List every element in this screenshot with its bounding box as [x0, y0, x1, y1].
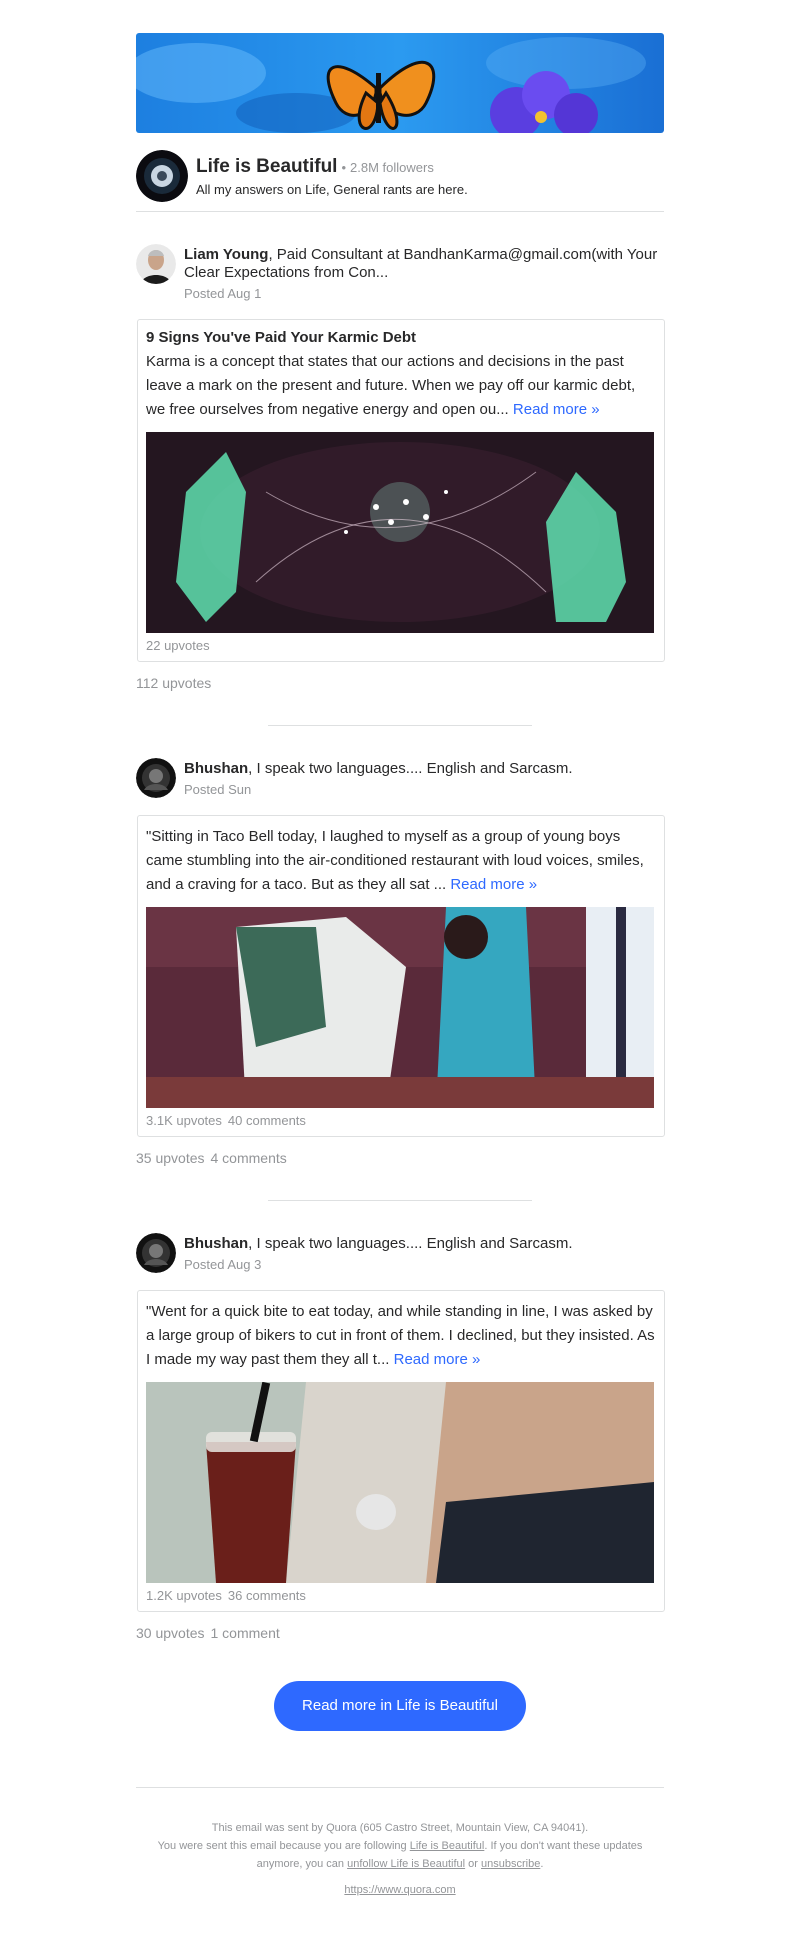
unsubscribe-link[interactable]: unsubscribe	[481, 1858, 540, 1870]
space-description: All my answers on Life, General rants ar…	[196, 181, 468, 197]
post-card[interactable]: 9 Signs You've Paid Your Karmic Debt Kar…	[137, 319, 665, 662]
post-stats: 112 upvotes	[136, 675, 664, 691]
author-credential: , I speak two languages.... English and …	[248, 760, 573, 777]
read-more-link[interactable]: Read more »	[394, 1351, 481, 1368]
post-comments: 4 comments	[210, 1150, 287, 1166]
card-excerpt-text: "Sitting in Taco Bell today, I laughed t…	[146, 828, 644, 893]
avatar[interactable]	[136, 244, 176, 284]
space-title[interactable]: Life is Beautiful	[196, 156, 337, 178]
post-author: Bhushan, I speak two languages.... Engli…	[136, 758, 664, 799]
read-more-link[interactable]: Read more »	[513, 401, 600, 418]
avatar[interactable]	[136, 1233, 176, 1273]
post-image[interactable]	[146, 907, 654, 1108]
author-credential: , I speak two languages.... English and …	[248, 1235, 573, 1252]
card-stats: 3.1K upvotes 40 comments	[146, 1113, 656, 1128]
card-comments: 40 comments	[227, 1113, 306, 1128]
author-name[interactable]: Bhushan	[184, 1235, 248, 1252]
footer-or-text: or	[465, 1858, 482, 1870]
post-upvotes: 35 upvotes	[136, 1150, 205, 1166]
post-divider	[268, 1200, 532, 1201]
footer-sender-line: This email was sent by Quora (605 Castro…	[211, 1822, 589, 1834]
post-author: Liam Young, Paid Consultant at BandhanKa…	[136, 244, 664, 303]
card-comments: 36 comments	[227, 1588, 306, 1603]
post-upvotes: 30 upvotes	[136, 1625, 205, 1641]
space-logo[interactable]	[136, 150, 188, 202]
post-stats: 30 upvotes 1 comment	[136, 1625, 664, 1641]
author-name[interactable]: Bhushan	[184, 760, 248, 777]
space-link[interactable]: Life is Beautiful	[410, 1840, 485, 1852]
card-stats: 1.2K upvotes 36 comments	[146, 1588, 656, 1603]
read-more-space-button[interactable]: Read more in Life is Beautiful	[274, 1681, 526, 1731]
read-more-link[interactable]: Read more »	[450, 876, 537, 893]
post-image[interactable]	[146, 432, 654, 633]
cta-container: Read more in Life is Beautiful	[136, 1681, 664, 1731]
post-divider	[268, 725, 532, 726]
card-stats: 22 upvotes	[146, 638, 656, 653]
post-author: Bhushan, I speak two languages.... Engli…	[136, 1233, 664, 1274]
post-date: Posted Sun	[184, 782, 252, 797]
footer-reason-text: You were sent this email because you are…	[157, 1840, 410, 1852]
post-image[interactable]	[146, 1382, 654, 1583]
card-excerpt: "Went for a quick bite to eat today, and…	[146, 1300, 656, 1372]
card-excerpt: Karma is a concept that states that our …	[146, 350, 656, 422]
quora-url-link[interactable]: https://www.quora.com	[344, 1884, 455, 1896]
footer-period: .	[540, 1858, 544, 1870]
space-followers: 2.8M followers	[350, 159, 434, 175]
footer-divider	[136, 1787, 664, 1788]
card-excerpt: "Sitting in Taco Bell today, I laughed t…	[146, 825, 656, 897]
card-upvotes: 22 upvotes	[146, 638, 210, 653]
post-comments: 1 comment	[210, 1625, 280, 1641]
avatar[interactable]	[136, 758, 176, 798]
footer-reason-line: You were sent this email because you are…	[136, 1837, 664, 1873]
space-header: Life is Beautiful • 2.8M followers All m…	[136, 150, 664, 212]
unfollow-link[interactable]: unfollow Life is Beautiful	[347, 1858, 465, 1870]
author-name[interactable]: Liam Young	[184, 246, 268, 263]
space-banner-image	[136, 33, 664, 133]
card-upvotes: 1.2K upvotes	[146, 1588, 222, 1603]
post-date: Posted Aug 1	[184, 286, 262, 301]
post-item: Bhushan, I speak two languages.... Engli…	[136, 1233, 665, 1641]
post-stats: 35 upvotes 4 comments	[136, 1150, 664, 1166]
card-title[interactable]: 9 Signs You've Paid Your Karmic Debt	[146, 329, 656, 346]
post-date: Posted Aug 3	[184, 1257, 262, 1272]
post-item: Bhushan, I speak two languages.... Engli…	[136, 758, 665, 1166]
separator-dot: •	[341, 159, 347, 175]
card-upvotes: 3.1K upvotes	[146, 1113, 222, 1128]
post-card[interactable]: "Sitting in Taco Bell today, I laughed t…	[137, 815, 665, 1137]
post-card[interactable]: "Went for a quick bite to eat today, and…	[137, 1290, 665, 1612]
email-footer: This email was sent by Quora (605 Castro…	[136, 1819, 664, 1899]
email-container: Life is Beautiful • 2.8M followers All m…	[136, 0, 665, 1899]
post-upvotes: 112 upvotes	[136, 675, 212, 691]
post-item: Liam Young, Paid Consultant at BandhanKa…	[136, 244, 665, 691]
